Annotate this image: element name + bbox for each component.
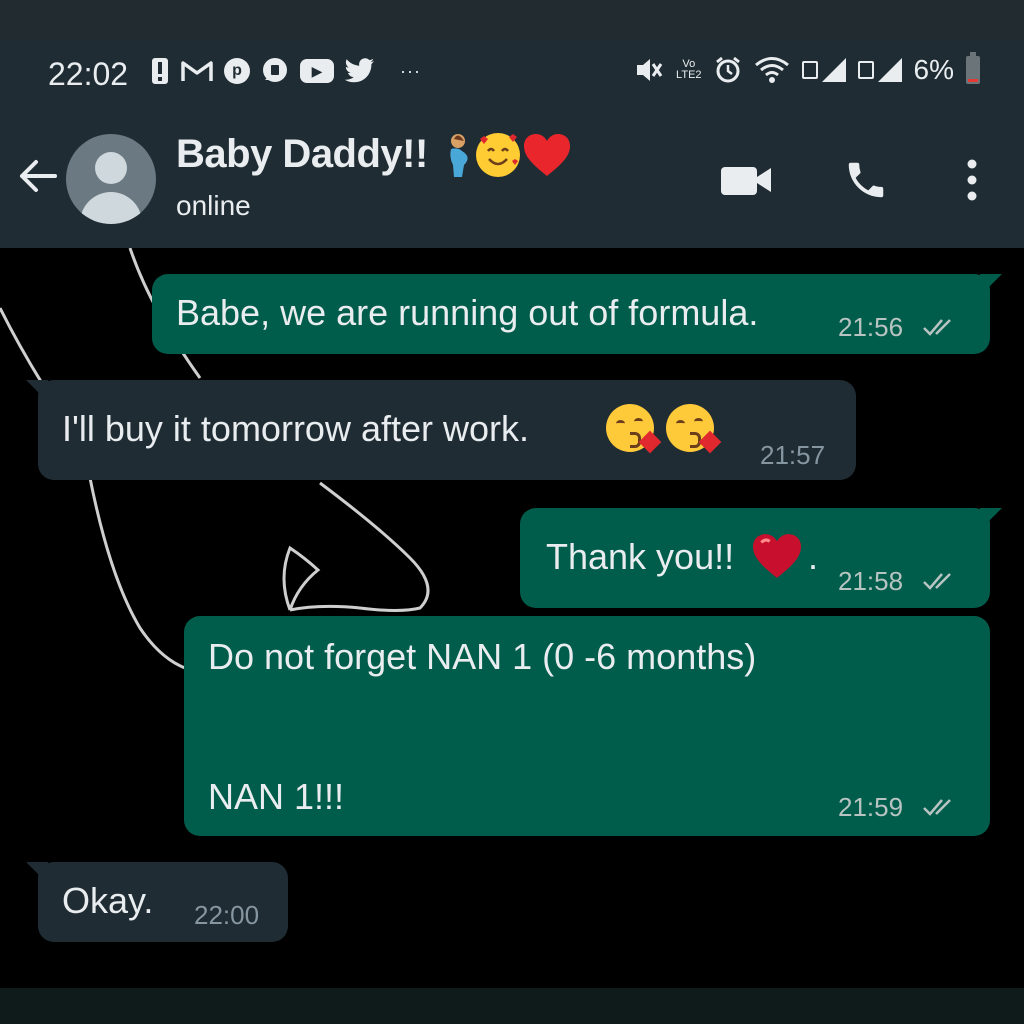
contact-name[interactable]: Baby Daddy!! [176, 132, 428, 177]
message-time: 22:00 [194, 900, 260, 930]
contact-status: online [176, 190, 251, 221]
status-time: 22:02 [48, 56, 129, 92]
read-ticks-icon [923, 319, 951, 336]
alert-icon [150, 56, 170, 86]
mute-icon [634, 56, 664, 84]
youtube-icon: ▶ [300, 59, 334, 83]
message-time: 21:59 [838, 792, 904, 822]
top-frame [0, 0, 1024, 40]
message-incoming[interactable]: Okay. 22:00 [26, 862, 288, 942]
message-text: Thank you!! [546, 536, 735, 577]
video-call-icon[interactable] [718, 158, 774, 202]
sim1-icon [801, 61, 818, 79]
heart-emoji-icon [748, 532, 806, 589]
pinterest-icon: p [224, 58, 250, 84]
message-time: 21:58 [838, 566, 904, 596]
name-emojis [444, 132, 572, 178]
alarm-icon [714, 56, 742, 84]
voice-call-icon[interactable] [840, 158, 892, 202]
bottom-bar [0, 988, 1024, 1024]
battery-percent: 6% [913, 54, 954, 85]
message-text-line2: NAN 1!!! [208, 776, 345, 817]
message-time: 21:56 [838, 312, 904, 342]
volte-icon: Vo LTE2 [676, 58, 702, 81]
chat-screen: 22:02 p ▶ ··· Vo LTE2 6% Baby Daddy!! on… [0, 0, 1024, 1024]
avatar[interactable] [66, 134, 156, 224]
red-heart-emoji-icon [522, 132, 572, 178]
back-arrow-icon[interactable] [14, 152, 62, 200]
wifi-icon [754, 56, 790, 84]
read-ticks-icon [923, 799, 951, 816]
battery-icon [966, 52, 980, 84]
message-outgoing[interactable]: Babe, we are running out of formula. 21:… [152, 274, 1002, 354]
signal1-icon [821, 58, 846, 82]
message-text: Babe, we are running out of formula. [176, 292, 759, 333]
chat-notification-icon [260, 56, 290, 86]
smiling-face-with-hearts-emoji-icon [476, 133, 520, 177]
message-text: Okay. [62, 880, 154, 921]
message-outgoing[interactable]: Do not forget NAN 1 (0 -6 months) NAN 1!… [184, 616, 990, 836]
message-time: 21:57 [760, 440, 826, 470]
more-options-icon[interactable] [956, 158, 988, 202]
more-notifications: ··· [400, 60, 421, 81]
gmail-icon [180, 58, 214, 84]
face-blowing-kiss-emoji-icon [666, 404, 722, 454]
read-ticks-icon [923, 573, 951, 590]
status-bar: 22:02 p ▶ ··· Vo LTE2 6% [0, 40, 1024, 110]
chat-header: Baby Daddy!! online [0, 110, 1024, 248]
twitter-icon [344, 57, 376, 85]
sim2-icon [857, 61, 874, 79]
signal2-icon [877, 58, 902, 82]
pregnant-person-emoji-icon [444, 133, 474, 177]
message-text: I'll buy it tomorrow after work. [62, 408, 529, 449]
message-incoming[interactable]: I'll buy it tomorrow after work. 21:57 [26, 380, 856, 480]
notification-icons: p ▶ ··· [150, 56, 421, 86]
message-outgoing[interactable]: Thank you!! . 21:58 [520, 508, 1002, 608]
message-text: Do not forget NAN 1 (0 -6 months) [208, 636, 757, 677]
system-icons: Vo LTE2 6% [634, 52, 980, 86]
chat-area[interactable]: Babe, we are running out of formula. 21:… [0, 248, 1024, 988]
face-blowing-kiss-emoji-icon [606, 404, 662, 454]
message-text-end: . [808, 536, 819, 577]
